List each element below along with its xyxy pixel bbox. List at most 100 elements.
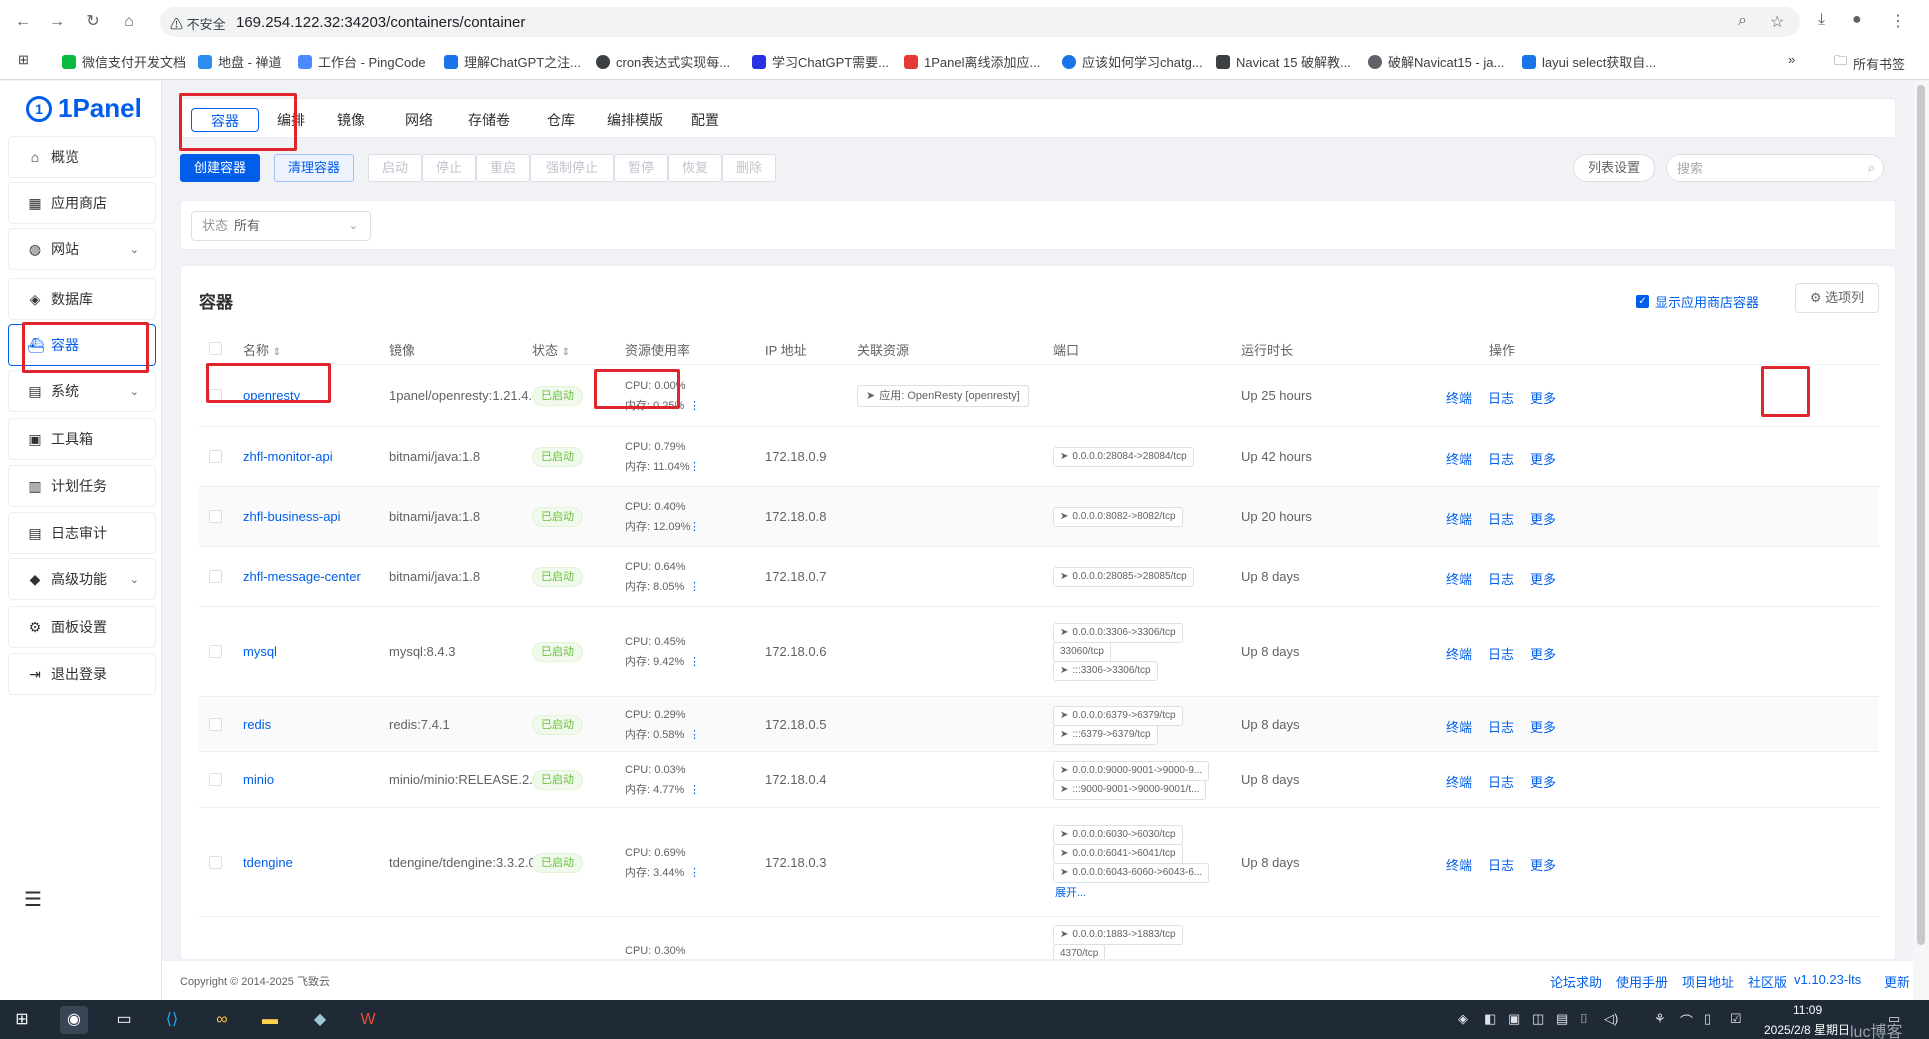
log-link[interactable]: 日志 xyxy=(1488,644,1514,663)
container-name-link[interactable]: zhfl-monitor-api xyxy=(243,449,333,464)
vscode-icon[interactable]: ⟨⟩ xyxy=(158,1006,186,1034)
tray-battery-icon[interactable]: ▯ xyxy=(1704,1011,1711,1027)
port-tag[interactable]: ➤ 0.0.0.0:6041->6041/tcp xyxy=(1053,844,1183,864)
more-link[interactable]: 更多 xyxy=(1530,509,1556,528)
tray-usb-icon[interactable]: ⌷ xyxy=(1580,1011,1588,1027)
port-tag[interactable]: ➤ 0.0.0.0:28084->28084/tcp xyxy=(1053,447,1194,467)
bookmark-item[interactable]: layui select获取自... xyxy=(1522,52,1656,71)
port-tag[interactable]: ➤:::3306->3306/tcp xyxy=(1053,661,1158,681)
kill-button[interactable]: 强制停止 xyxy=(530,154,614,182)
app-logo[interactable]: 1 1Panel xyxy=(26,93,142,124)
resume-button[interactable]: 恢复 xyxy=(668,154,722,182)
windows-start-icon[interactable]: ⊞ xyxy=(8,1006,36,1034)
edition-link[interactable]: 社区版 xyxy=(1748,972,1787,991)
terminal-link[interactable]: 终端 xyxy=(1446,388,1472,407)
terminal-link[interactable]: 终端 xyxy=(1446,509,1472,528)
terminal-link[interactable]: 终端 xyxy=(1446,772,1472,791)
delete-button[interactable]: 删除 xyxy=(722,154,776,182)
port-tag[interactable]: ➤ 0.0.0.0:9000-9001->9000-9... xyxy=(1053,761,1210,781)
log-link[interactable]: 日志 xyxy=(1488,569,1514,588)
port-tag[interactable]: 4370/tcp xyxy=(1053,944,1106,959)
sidebar-item[interactable]: ▥ 计划任务 xyxy=(8,465,156,507)
tray-app-icon[interactable]: ◧ xyxy=(1484,1011,1496,1027)
tray-volume-icon[interactable]: ◁) xyxy=(1604,1011,1618,1027)
search-input[interactable] xyxy=(1677,159,1857,177)
bookmark-item[interactable]: 破解Navicat15 - ja... xyxy=(1368,52,1504,71)
forum-link[interactable]: 论坛求助 xyxy=(1550,972,1602,991)
port-tag[interactable]: ➤ 0.0.0.0:6379->6379/tcp xyxy=(1053,706,1183,726)
related-app-tag[interactable]: ➤ 应用: OpenResty [openresty] xyxy=(857,385,1029,407)
port-tag[interactable]: ➤:::6379->6379/tcp xyxy=(1053,725,1158,745)
app-icon[interactable]: ◆ xyxy=(306,1006,334,1034)
more-dots-icon[interactable]: ⋮ xyxy=(689,780,700,800)
tab-item[interactable]: 编排模版 xyxy=(597,108,673,132)
apps-icon[interactable]: ⊞ xyxy=(18,52,29,68)
profile-icon[interactable]: ● xyxy=(1852,11,1862,29)
chrome-icon[interactable]: ◉ xyxy=(60,1006,88,1034)
download-icon[interactable]: ⤓ xyxy=(1818,11,1825,29)
more-link[interactable]: 更多 xyxy=(1530,772,1556,791)
more-link[interactable]: 更多 xyxy=(1530,569,1556,588)
row-checkbox[interactable] xyxy=(209,856,222,869)
bookmark-item[interactable]: 理解ChatGPT之注... xyxy=(444,52,581,71)
port-tag[interactable]: 33060/tcp xyxy=(1053,642,1111,662)
port-tag[interactable]: ➤ 0.0.0.0:6043-6060->6043-6... xyxy=(1053,863,1210,883)
bookmark-item[interactable]: 应该如何学习chatg... xyxy=(1062,52,1203,71)
port-tag[interactable]: ➤ 0.0.0.0:8082->8082/tcp xyxy=(1053,507,1183,527)
container-name-link[interactable]: zhfl-business-api xyxy=(243,509,341,524)
more-dots-icon[interactable]: ⋮ xyxy=(689,517,700,537)
row-checkbox[interactable] xyxy=(209,570,222,583)
port-tag[interactable]: ➤ 0.0.0.0:28085->28085/tcp xyxy=(1053,567,1194,587)
terminal-link[interactable]: 终端 xyxy=(1446,644,1472,663)
tray-shield-icon[interactable]: ◈ xyxy=(1458,1011,1468,1027)
bookmark-item[interactable]: cron表达式实现每... xyxy=(596,52,730,71)
bookmark-item[interactable]: 地盘 - 禅道 xyxy=(198,52,282,71)
port-tag[interactable]: ➤ 0.0.0.0:3306->3306/tcp xyxy=(1053,623,1183,643)
more-dots-icon[interactable]: ⋮ xyxy=(689,863,700,883)
sidebar-item[interactable]: ◍ 网站 ⌄ xyxy=(8,228,156,270)
sidebar-item[interactable]: ◆ 高级功能 ⌄ xyxy=(8,558,156,600)
back-icon[interactable]: ← xyxy=(12,12,34,32)
bookmark-item[interactable]: 工作台 - PingCode xyxy=(298,52,426,71)
container-name-link[interactable]: redis xyxy=(243,717,271,732)
more-bookmarks[interactable]: » xyxy=(1788,52,1795,67)
more-link[interactable]: 更多 xyxy=(1530,644,1556,663)
bookmark-item[interactable]: 学习ChatGPT需要... xyxy=(752,52,889,71)
create-container-button[interactable]: 创建容器 xyxy=(180,154,260,182)
prune-container-button[interactable]: 清理容器 xyxy=(274,154,354,182)
manual-link[interactable]: 使用手册 xyxy=(1616,972,1668,991)
row-checkbox[interactable] xyxy=(209,645,222,658)
scrollbar-thumb[interactable] xyxy=(1917,85,1925,945)
terminal-link[interactable]: 终端 xyxy=(1446,569,1472,588)
clock-time[interactable]: 11:09 xyxy=(1793,1003,1822,1017)
row-checkbox[interactable] xyxy=(209,450,222,463)
sidebar-item[interactable]: ⚙ 面板设置 xyxy=(8,606,156,648)
address-bar[interactable]: ⚠ 不安全 169.254.122.32:34203/containers/co… xyxy=(160,7,1800,37)
sidebar-item[interactable]: ▤ 系统 ⌄ xyxy=(8,370,156,412)
tray-app-icon[interactable]: ▤ xyxy=(1556,1011,1568,1027)
home-icon[interactable]: ⌂ xyxy=(118,12,140,32)
terminal-link[interactable]: 终端 xyxy=(1446,717,1472,736)
log-link[interactable]: 日志 xyxy=(1488,855,1514,874)
all-bookmarks[interactable]: 🗀 所有书签 xyxy=(1834,52,1905,74)
header-name[interactable]: 名称 ⇕ xyxy=(243,340,281,359)
tab-item[interactable]: 仓库 xyxy=(535,108,587,132)
port-tag[interactable]: ➤:::9000-9001->9000-9001/t... xyxy=(1053,780,1207,800)
select-all-checkbox[interactable] xyxy=(209,342,222,355)
sidebar-item[interactable]: ⌂ 概览 xyxy=(8,136,156,178)
tab-item[interactable]: 镜像 xyxy=(325,108,377,132)
terminal-link[interactable]: 终端 xyxy=(1446,449,1472,468)
more-dots-icon[interactable]: ⋮ xyxy=(689,577,700,597)
log-link[interactable]: 日志 xyxy=(1488,772,1514,791)
page-scrollbar[interactable] xyxy=(1913,81,1929,1000)
sidebar-item[interactable]: ▦ 应用商店 xyxy=(8,182,156,224)
pause-button[interactable]: 暂停 xyxy=(614,154,668,182)
terminal-link[interactable]: 终端 xyxy=(1446,855,1472,874)
port-tag[interactable]: ➤ 0.0.0.0:1883->1883/tcp xyxy=(1053,925,1183,945)
more-link[interactable]: 更多 xyxy=(1530,388,1556,407)
row-checkbox[interactable] xyxy=(209,773,222,786)
tab-item[interactable]: 配置 xyxy=(679,108,731,132)
stop-button[interactable]: 停止 xyxy=(422,154,476,182)
security-warning[interactable]: ⚠ 不安全 xyxy=(170,14,226,33)
version-link[interactable]: v1.10.23-lts xyxy=(1794,972,1861,987)
